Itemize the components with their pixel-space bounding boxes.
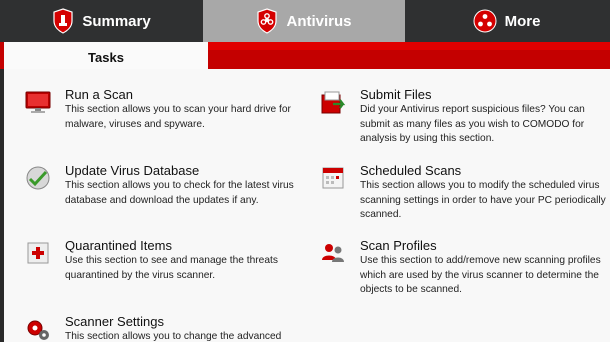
task-description: This section allows you to change the ad… <box>65 331 282 342</box>
shield-icon <box>52 8 74 34</box>
task-title: Scheduled Scans <box>360 163 462 178</box>
task-title: Scanner Settings <box>65 314 165 329</box>
monitor-scan-icon <box>25 89 51 115</box>
sub-tab-bar-highlight <box>208 42 610 50</box>
scan-profiles-icon <box>320 240 346 266</box>
tab-antivirus[interactable]: Antivirus <box>203 0 405 42</box>
task-title: Quarantined Items <box>65 238 172 253</box>
tab-more[interactable]: More <box>405 0 608 42</box>
task-title: Submit Files <box>360 87 432 102</box>
task-title: Update Virus Database <box>65 163 200 178</box>
task-title: Run a Scan <box>65 87 133 102</box>
submit-files-icon <box>320 89 346 115</box>
top-tab-bar: Summary Antivirus More <box>0 0 610 42</box>
tab-tasks[interactable]: Tasks <box>4 42 208 72</box>
task-description: Did your Antivirus report suspicious fil… <box>360 104 585 144</box>
quarantine-icon <box>25 240 51 266</box>
more-dots-icon <box>473 9 497 33</box>
antivirus-window: Summary Antivirus More Tasks Run a Scan … <box>0 0 610 342</box>
task-description: Use this section to add/remove new scann… <box>360 255 601 295</box>
tab-tasks-label: Tasks <box>88 49 124 65</box>
update-globe-icon <box>25 165 51 191</box>
task-description: Use this section to see and manage the t… <box>65 255 278 281</box>
calendar-icon <box>320 165 346 191</box>
task-description: This section allows you to check for the… <box>65 180 294 206</box>
tab-summary[interactable]: Summary <box>0 0 203 42</box>
tab-more-label: More <box>504 12 541 30</box>
task-description: This section allows you to scan your har… <box>65 104 291 130</box>
task-description: This section allows you to modify the sc… <box>360 180 606 220</box>
gears-icon <box>25 316 51 342</box>
tab-summary-label: Summary <box>82 12 151 30</box>
tab-antivirus-label: Antivirus <box>286 12 352 30</box>
task-title: Scan Profiles <box>360 238 437 253</box>
tasks-panel: Run a Scan This section allows you to sc… <box>4 69 610 342</box>
biohazard-shield-icon <box>256 8 278 34</box>
